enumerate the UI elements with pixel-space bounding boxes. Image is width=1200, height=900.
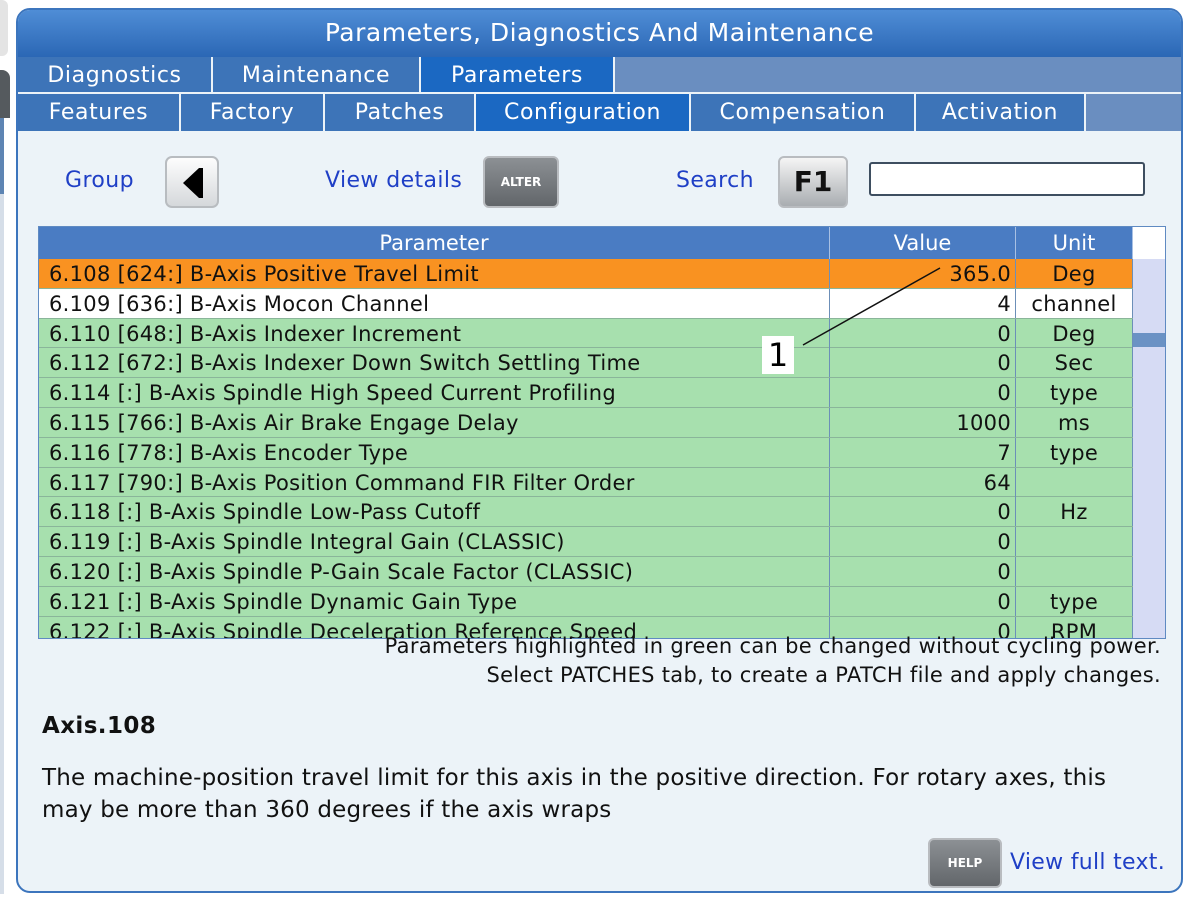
patches-note: Select PATCHES tab, to create a PATCH fi…: [486, 663, 1161, 687]
toolbar: Group View details ALTER Search F1: [18, 150, 1181, 210]
adjacent-window-edge: [0, 194, 4, 894]
tab-compensation[interactable]: Compensation: [691, 94, 916, 131]
table-row[interactable]: 6.109 [636:] B-Axis Mocon Channel 4 channe…: [39, 288, 1133, 319]
tab-bar-filler: [615, 57, 1181, 94]
cell-unit: type: [1016, 586, 1133, 616]
parameters-window: Parameters, Diagnostics And Maintenance …: [16, 8, 1183, 893]
tab-activation[interactable]: Activation: [916, 94, 1086, 131]
view-full-text-link[interactable]: View full text.: [1010, 850, 1165, 875]
group-label: Group: [65, 168, 134, 193]
alter-key-button[interactable]: ALTER: [483, 156, 559, 208]
cell-unit: type: [1016, 378, 1133, 408]
cell-parameter: 6.112 [672:] B-Axis Indexer Down Switch …: [39, 348, 830, 378]
scrollbar-track[interactable]: [1133, 259, 1165, 638]
cell-value: 64: [830, 467, 1016, 497]
column-header-value[interactable]: Value: [830, 227, 1016, 259]
cell-value: 0: [830, 586, 1016, 616]
tab-configuration[interactable]: Configuration: [476, 94, 691, 131]
table-row[interactable]: 6.121 [:] B-Axis Spindle Dynamic Gain Ty…: [39, 586, 1133, 617]
cell-parameter: 6.115 [766:] B-Axis Air Brake Engage Del…: [39, 408, 830, 437]
table-row[interactable]: 6.117 [790:] B-Axis Position Command FIR…: [39, 467, 1133, 498]
cell-parameter: 6.109 [636:] B-Axis Mocon Channel: [39, 288, 830, 318]
parameter-detail-description: The machine-position travel limit for th…: [42, 765, 1107, 823]
parameter-table: Parameter Value Unit 6.108 [624:] B-Axis…: [38, 226, 1166, 639]
cell-parameter: 6.121 [:] B-Axis Spindle Dynamic Gain Ty…: [39, 586, 830, 616]
cell-value: 0: [830, 378, 1016, 408]
cell-parameter: 6.120 [:] B-Axis Spindle P-Gain Scale Fa…: [39, 557, 830, 586]
cell-unit: Sec: [1016, 348, 1133, 378]
column-header-unit[interactable]: Unit: [1016, 227, 1133, 259]
table-row[interactable]: 6.115 [766:] B-Axis Air Brake Engage Del…: [39, 408, 1133, 438]
tab-factory[interactable]: Factory: [181, 94, 325, 131]
cell-unit: [1016, 467, 1133, 497]
cell-value: 7: [830, 437, 1016, 467]
cell-value: 0: [830, 527, 1016, 557]
left-arrow-icon: [183, 168, 199, 198]
cell-unit: Deg: [1016, 259, 1133, 288]
tab-patches[interactable]: Patches: [325, 94, 476, 131]
left-arrow-icon-bar: [199, 168, 203, 198]
table-row[interactable]: 6.120 [:] B-Axis Spindle P-Gain Scale Fa…: [39, 557, 1133, 587]
window-title: Parameters, Diagnostics And Maintenance: [18, 10, 1181, 58]
adjacent-window-edge: [0, 118, 4, 194]
tab-bar-filler: [1086, 94, 1181, 131]
scrollbar-corner: [1133, 227, 1165, 259]
cell-value: 1000: [830, 408, 1016, 437]
group-back-button[interactable]: [165, 156, 219, 208]
sub-tab-bar: Features Factory Patches Configuration C…: [18, 94, 1181, 131]
tab-features[interactable]: Features: [18, 94, 181, 131]
view-details-label: View details: [325, 168, 463, 193]
cell-unit: channel: [1016, 288, 1133, 318]
cell-parameter: 6.118 [:] B-Axis Spindle Low-Pass Cutoff: [39, 497, 830, 527]
cell-value: 0: [830, 497, 1016, 527]
cell-parameter: 6.117 [790:] B-Axis Position Command FIR…: [39, 467, 830, 497]
search-label: Search: [676, 168, 754, 193]
green-highlight-note: Parameters highlighted in green can be c…: [384, 634, 1161, 658]
cell-unit: type: [1016, 437, 1133, 467]
table-row[interactable]: 6.112 [672:] B-Axis Indexer Down Switch …: [39, 348, 1133, 379]
cell-unit: Deg: [1016, 318, 1133, 348]
table-row[interactable]: 6.108 [624:] B-Axis Positive Travel Limi…: [39, 259, 1133, 289]
search-input[interactable]: [869, 162, 1145, 196]
cell-unit: ms: [1016, 408, 1133, 437]
adjacent-window-edge: [0, 70, 10, 118]
cell-value: 0: [830, 348, 1016, 378]
top-tab-bar: Diagnostics Maintenance Parameters: [18, 57, 1181, 94]
cell-parameter: 6.116 [778:] B-Axis Encoder Type: [39, 437, 830, 467]
cell-parameter: 6.119 [:] B-Axis Spindle Integral Gain (…: [39, 527, 830, 557]
table-row[interactable]: 6.118 [:] B-Axis Spindle Low-Pass Cutoff…: [39, 497, 1133, 528]
table-row[interactable]: 6.110 [648:] B-Axis Indexer Increment 0 De…: [39, 318, 1133, 349]
cell-unit: [1016, 527, 1133, 557]
cell-unit: Hz: [1016, 497, 1133, 527]
cell-value: 0: [830, 557, 1016, 586]
column-header-parameter[interactable]: Parameter: [39, 227, 830, 259]
f1-key-button[interactable]: F1: [778, 156, 848, 208]
tab-diagnostics[interactable]: Diagnostics: [18, 57, 213, 94]
cell-parameter: 6.108 [624:] B-Axis Positive Travel Limi…: [39, 259, 830, 288]
table-row[interactable]: 6.116 [778:] B-Axis Encoder Type 7 type: [39, 437, 1133, 468]
callout-number: 1: [762, 336, 794, 374]
cell-value: 365.0: [830, 259, 1016, 288]
cell-parameter: 6.114 [:] B-Axis Spindle High Speed Curr…: [39, 378, 830, 408]
scrollbar-thumb[interactable]: [1133, 333, 1165, 347]
table-header: Parameter Value Unit: [39, 227, 1133, 259]
tab-maintenance[interactable]: Maintenance: [213, 57, 421, 94]
cell-unit: [1016, 557, 1133, 586]
adjacent-window-edge: [0, 0, 8, 56]
cell-value: 0: [830, 318, 1016, 348]
help-key-button[interactable]: HELP: [928, 838, 1002, 888]
table-row[interactable]: 6.119 [:] B-Axis Spindle Integral Gain (…: [39, 527, 1133, 557]
tab-parameters[interactable]: Parameters: [421, 57, 615, 94]
cell-parameter: 6.110 [648:] B-Axis Indexer Increment: [39, 318, 830, 348]
cell-value: 4: [830, 288, 1016, 318]
parameter-detail-title: Axis.108: [42, 713, 157, 739]
table-row[interactable]: 6.114 [:] B-Axis Spindle High Speed Curr…: [39, 378, 1133, 408]
